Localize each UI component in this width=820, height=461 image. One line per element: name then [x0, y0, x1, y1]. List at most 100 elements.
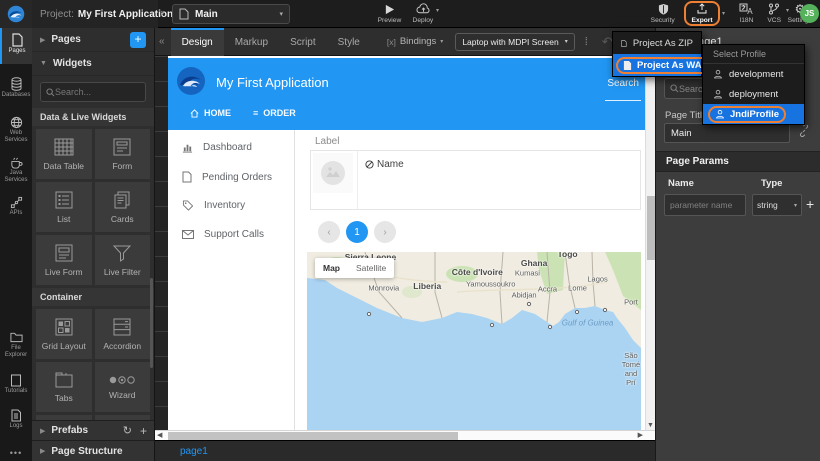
scroll-down-arrow-icon[interactable]: ▼: [647, 422, 654, 429]
widget-tile-grid-layout[interactable]: Grid Layout: [36, 309, 92, 359]
nav-item-order[interactable]: ≡ ORDER: [253, 108, 296, 118]
bindings-button[interactable]: [x] Bindings ▾: [387, 36, 443, 47]
menu-item-pending-orders[interactable]: Pending Orders: [182, 171, 272, 183]
wave-icon: [7, 5, 25, 23]
design-canvas-page[interactable]: My First Application Search HOME ≡ ORDER: [168, 56, 645, 430]
tab-style[interactable]: Style: [327, 28, 371, 56]
page-params-header: Page Params: [656, 151, 820, 172]
menu-item-project-as-zip[interactable]: Project As ZIP: [613, 32, 701, 54]
widget-tile-tabs[interactable]: Tabs: [36, 362, 92, 412]
profile-person-icon: [713, 69, 723, 79]
scrollbar-thumb[interactable]: [647, 196, 655, 260]
select-profile-submenu: Select Profile development deployment Jn…: [702, 44, 805, 125]
chevron-down-icon: ▾: [436, 7, 439, 14]
widget-tile-live-form[interactable]: Live Form: [36, 235, 92, 285]
page-icon: [179, 8, 189, 20]
app-search-link[interactable]: Search: [607, 78, 639, 89]
sidebar-item-pages[interactable]: Pages: [0, 28, 32, 64]
widget-search: [40, 82, 146, 102]
menu-item-support-calls[interactable]: Support Calls: [182, 229, 264, 240]
app-side-menu: Dashboard Pending Orders Inventory: [168, 130, 295, 430]
pagination-next-button[interactable]: ›: [374, 221, 396, 243]
page-structure-section-header[interactable]: ▶ Page Structure: [32, 440, 155, 461]
canvas-horizontal-scrollbar[interactable]: ◀ ▶: [155, 430, 655, 440]
menu-item-deployment[interactable]: deployment: [703, 84, 804, 104]
preview-button[interactable]: Preview: [372, 2, 406, 24]
live-form-icon: [55, 244, 73, 262]
add-page-button[interactable]: +: [130, 32, 146, 48]
export-label: Export: [691, 17, 712, 24]
device-selector-dropdown[interactable]: Laptop with MDPI Screen ▾: [455, 33, 574, 51]
menu-item-project-as-war[interactable]: Project As WAR ▶: [613, 54, 701, 76]
google-map-widget[interactable]: Sierra Leone Monrovia Liberia Côte d'Ivo…: [307, 252, 641, 430]
tab-script[interactable]: Script: [279, 28, 327, 56]
param-type-select[interactable]: string ▾: [752, 194, 802, 216]
user-avatar[interactable]: JS: [800, 4, 819, 23]
security-button[interactable]: Security: [646, 2, 680, 24]
app-header-widget[interactable]: My First Application Search HOME ≡ ORDER: [168, 58, 645, 130]
label-widget[interactable]: Label: [315, 136, 339, 147]
menu-item-development[interactable]: development: [703, 64, 804, 84]
menu-item-dashboard[interactable]: Dashboard: [182, 142, 252, 153]
add-param-button[interactable]: +: [806, 196, 814, 212]
page-tab-page1[interactable]: page1: [180, 446, 208, 457]
widget-tile-form[interactable]: Form: [95, 129, 151, 179]
filter-funnel-icon: [112, 244, 132, 262]
widget-tile-data-table[interactable]: Data Table: [36, 129, 92, 179]
canvas-more-options-icon[interactable]: ⁞: [585, 36, 588, 48]
tab-markup[interactable]: Markup: [224, 28, 279, 56]
widget-tile-cards[interactable]: Cards: [95, 182, 151, 232]
sidebar-item-file-explorer[interactable]: File Explorer: [0, 325, 32, 363]
palette-scrollbar[interactable]: [150, 278, 153, 368]
widget-search-input[interactable]: [55, 87, 140, 97]
no-binding-icon: [365, 160, 374, 169]
collapse-panel-icon[interactable]: «: [159, 36, 165, 47]
page-tab-bar: page1: [155, 440, 655, 461]
tab-design[interactable]: Design: [171, 28, 224, 56]
sidebar-item-logs[interactable]: Logs: [0, 403, 32, 435]
scrollbar-thumb[interactable]: [168, 432, 458, 440]
map-button[interactable]: Map: [315, 263, 348, 273]
form-icon: [113, 138, 131, 156]
sidebar-item-apis[interactable]: APIs: [0, 190, 32, 224]
link-binding-icon[interactable]: [798, 125, 810, 137]
pages-section-header[interactable]: ▶ Pages +: [32, 28, 154, 52]
export-button[interactable]: Export: [685, 2, 719, 24]
branch-icon: [768, 2, 780, 16]
satellite-button[interactable]: Satellite: [348, 263, 394, 273]
sidebar-item-tutorials[interactable]: Tutorials: [0, 368, 32, 400]
widget-tile-list[interactable]: List: [36, 182, 92, 232]
refresh-prefabs-icon[interactable]: ↻: [123, 424, 132, 437]
params-column-type: Type: [761, 178, 782, 189]
chevron-right-icon: ▶: [40, 36, 45, 44]
widget-tile-live-filter[interactable]: Live Filter: [95, 235, 151, 285]
wizard-steps-icon: [109, 375, 135, 385]
sidebar-item-java-services[interactable]: Java Services: [0, 150, 32, 188]
param-name-input[interactable]: [664, 194, 746, 216]
sidebar-item-web-services[interactable]: Web Services: [0, 110, 32, 148]
accordion-icon: [113, 318, 131, 336]
more-options-button[interactable]: •••: [0, 448, 32, 458]
brand-wave-logo[interactable]: [0, 0, 32, 28]
canvas-vertical-scrollbar[interactable]: ▼: [645, 56, 655, 430]
page-title-input[interactable]: [664, 123, 790, 143]
menu-item-inventory[interactable]: Inventory: [182, 200, 245, 211]
pagination-page-1[interactable]: 1: [346, 221, 368, 243]
folder-icon: [10, 329, 23, 345]
scroll-left-arrow-icon[interactable]: ◀: [157, 431, 162, 439]
prefabs-section-header[interactable]: ▶ Prefabs ↻ +: [32, 420, 155, 440]
nav-item-home[interactable]: HOME: [190, 108, 231, 118]
search-underline: [605, 100, 641, 101]
page-selector-dropdown[interactable]: Main ▾: [172, 4, 290, 24]
page-selector-value: Main: [195, 9, 218, 20]
widget-tile-accordion[interactable]: Accordion: [95, 309, 151, 359]
deploy-button[interactable]: Deploy ▾: [406, 2, 440, 24]
add-prefab-icon[interactable]: +: [140, 424, 147, 438]
sidebar-item-databases[interactable]: Databases: [0, 72, 32, 106]
menu-item-jndiprofile[interactable]: JndiProfile: [703, 104, 804, 124]
pagination-prev-button[interactable]: ‹: [318, 221, 340, 243]
scroll-right-arrow-icon[interactable]: ▶: [638, 431, 643, 439]
list-widget[interactable]: Name: [310, 150, 641, 210]
widget-tile-wizard[interactable]: Wizard: [95, 362, 151, 412]
widgets-section-header[interactable]: ▼ Widgets: [32, 52, 154, 76]
